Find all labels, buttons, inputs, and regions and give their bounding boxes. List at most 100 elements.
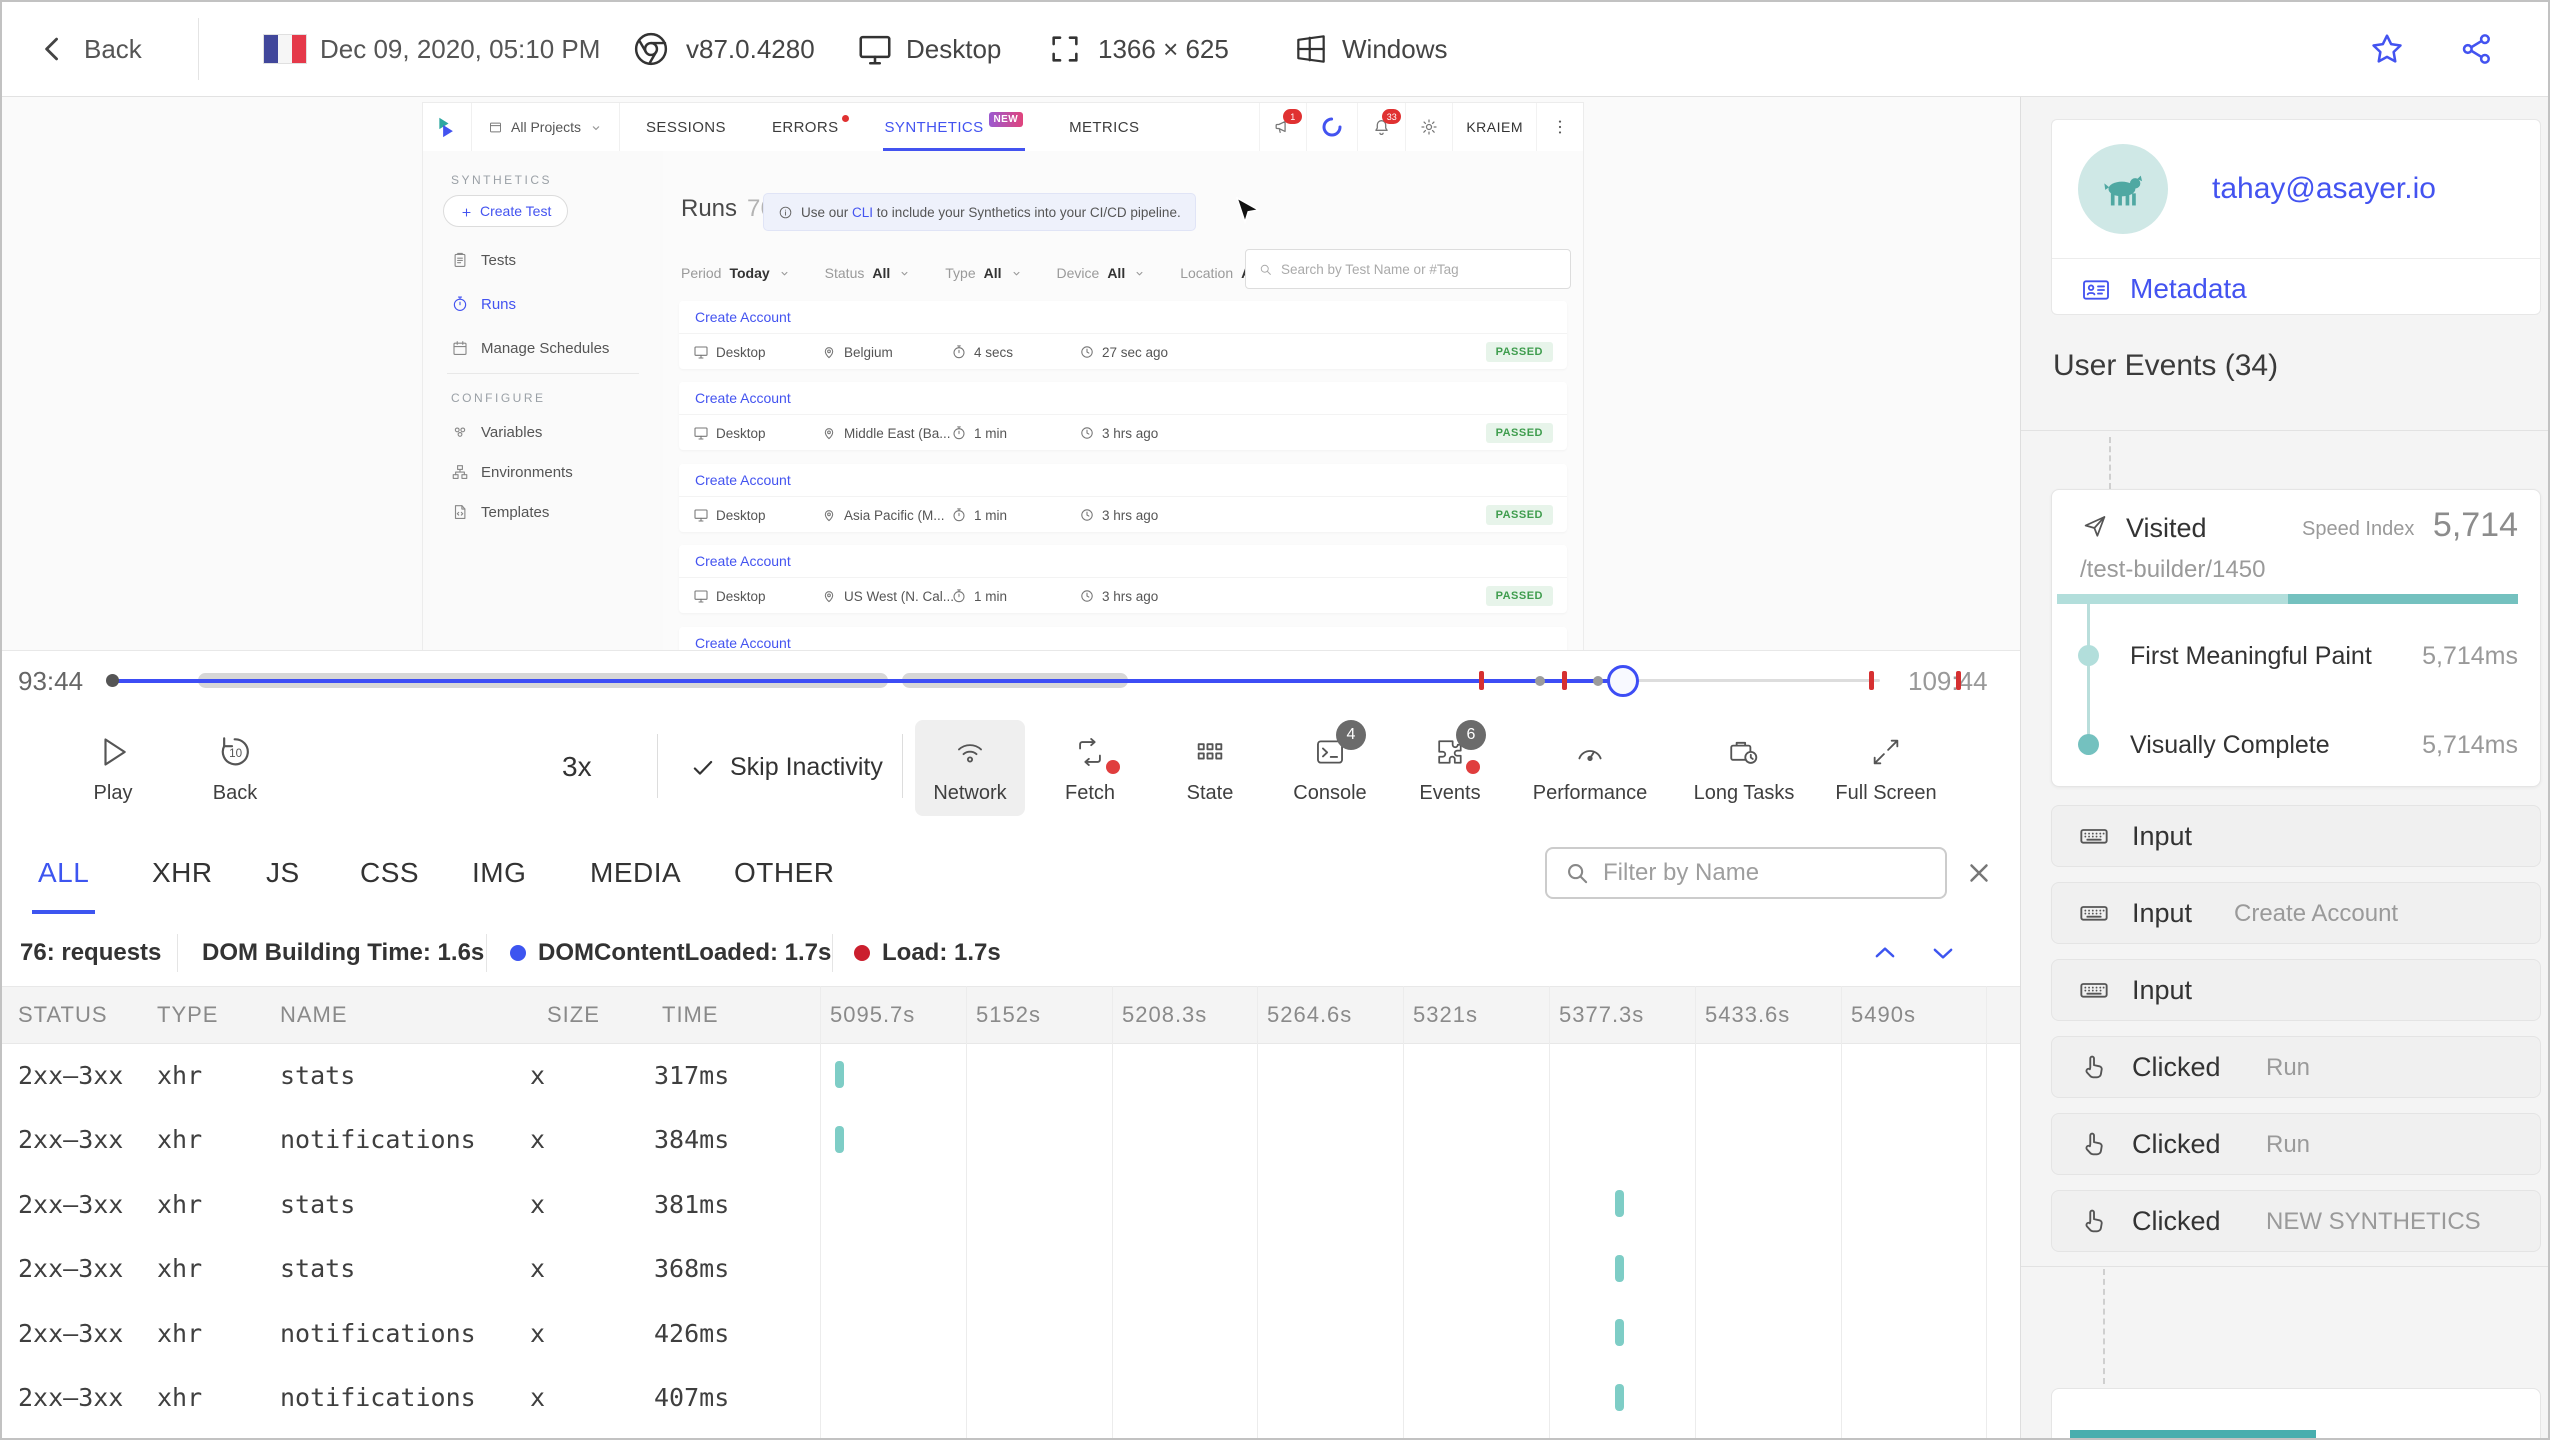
playback-speed-button[interactable]: 3x [562,710,592,824]
keyboard-icon [2078,897,2110,929]
event-value: Create Account [2234,900,2399,927]
visited-url: /test-builder/1450 [2080,556,2266,583]
announcements-button[interactable]: 1 [1259,103,1306,151]
collapse-up-icon[interactable] [1870,938,1900,968]
keyboard-icon [2078,974,2110,1006]
toggle-fetch-button[interactable]: Fetch [1035,720,1145,816]
toggle-events-button[interactable]: 6 Events [1395,719,1505,816]
network-request-row[interactable]: 2xx–3xx xhr stats x 368ms [2,1237,2020,1301]
toggle-console-button[interactable]: 4 Console [1275,719,1385,816]
expand-down-icon[interactable] [1928,938,1958,968]
timeline-progress[interactable] [112,679,1623,683]
app-tab-synthetics[interactable]: SYNTHETICS NEW [882,103,1025,151]
count-badge: 4 [1336,719,1366,750]
clicked-event-card[interactable]: Clicked Run [2051,1113,2541,1175]
timeline-error-marker[interactable] [1869,671,1874,690]
cli-link[interactable]: CLI [852,205,873,220]
runs-search-input[interactable]: Search by Test Name or #Tag [1245,249,1571,289]
share-icon[interactable] [2458,2,2496,96]
sidebar-divider [447,373,639,374]
metadata-button[interactable]: Metadata [2080,272,2247,306]
back-10s-button[interactable]: 10 Back [180,720,290,816]
notifications-button[interactable]: 33 [1357,103,1405,151]
toggle-long-tasks-button[interactable]: Long Tasks [1689,720,1799,816]
timeline-error-marker[interactable] [1562,671,1567,690]
sidebar-item-runs[interactable]: Runs [451,295,516,313]
sidebar-item-environments[interactable]: Environments [451,463,573,481]
timeline-playhead[interactable] [1607,665,1639,697]
skip-inactivity-toggle[interactable]: Skip Inactivity [690,710,883,824]
close-panel-icon[interactable] [1964,858,1994,888]
input-event-card[interactable]: Input [2051,959,2541,1021]
settings-button[interactable] [1405,103,1452,151]
visited-event-card[interactable]: Visited Speed Index 5,714 /test-builder/… [2051,489,2541,787]
app-tab-sessions[interactable]: SESSIONS [646,103,726,151]
svg-text:10: 10 [229,747,242,760]
run-details-row[interactable]: Desktop Belgium 4 secs 27 sec ago PASSED [679,334,1567,369]
back-button[interactable]: Back [36,2,142,96]
sidebar-item-templates[interactable]: Templates [451,503,549,521]
network-tab-js[interactable]: JS [266,824,300,922]
network-tab-img[interactable]: IMG [472,824,526,922]
input-event-card[interactable]: Input [2051,805,2541,867]
app-tab-metrics[interactable]: METRICS [1069,103,1139,151]
timeline-error-marker[interactable] [1956,671,1961,690]
run-test-name-link[interactable]: Create Account [679,301,1567,334]
resolution: 1366 × 625 [1098,33,1229,64]
run-test-name-link[interactable]: Create Account [679,545,1567,578]
run-details-row[interactable]: Desktop US West (N. Cal... 1 min 3 hrs ago P… [679,578,1567,613]
run-time-ago: 3 hrs ago [1079,507,1158,523]
user-email-link[interactable]: tahay@asayer.io [2212,172,2436,206]
project-selector[interactable]: All Projects [471,103,621,151]
next-visited-card-partial[interactable] [2051,1388,2541,1438]
filter-status[interactable]: Status All [825,265,912,281]
network-request-row[interactable]: 2xx–3xx xhr notifications x 426ms [2,1301,2020,1365]
network-filter-input[interactable]: Filter by Name [1545,847,1947,899]
network-request-row[interactable]: 2xx–3xx xhr stats x 317ms [2,1043,2020,1107]
network-request-row[interactable]: 2xx–3xx xhr notifications x 407ms [2,1366,2020,1430]
sidebar-item-tests[interactable]: Tests [451,251,516,269]
input-event-card[interactable]: Input Create Account [2051,882,2541,944]
filter-type[interactable]: Type All [945,265,1022,281]
network-request-row[interactable]: 2xx–3xx xhr stats x 381ms [2,1172,2020,1236]
timeline-event-dot[interactable] [1535,676,1545,686]
back-label: Back [84,33,142,64]
filter-device[interactable]: Device All [1057,265,1147,281]
more-menu-button[interactable] [1536,103,1583,151]
network-tab-media[interactable]: MEDIA [590,824,681,922]
run-details-row[interactable]: Desktop Asia Pacific (M... 1 min 3 hrs ago P… [679,497,1567,532]
clicked-event-card[interactable]: Clicked NEW SYNTHETICS [2051,1190,2541,1252]
filter-period[interactable]: Period Today [681,265,791,281]
play-button[interactable]: Play [58,720,168,816]
sidebar-item-variables[interactable]: Variables [451,423,542,441]
run-test-name-link[interactable]: Create Account [679,382,1567,415]
event-connector [2103,1269,2105,1384]
timeline-event-dot[interactable] [1593,676,1603,686]
clicked-event-card[interactable]: Clicked Run [2051,1036,2541,1098]
create-test-button[interactable]: Create Test [443,195,569,227]
network-tab-other[interactable]: OTHER [734,824,835,922]
event-connector [2109,437,2111,489]
run-group: Create Account Desktop Asia Pacific (M... 1… [679,464,1567,532]
total-duration: 109:44 [1908,665,1988,696]
sidebar-item-manage-schedules[interactable]: Manage Schedules [451,339,609,357]
network-tab-xhr[interactable]: XHR [152,824,213,922]
cell-type: xhr [157,1125,203,1154]
toggle-state-button[interactable]: State [1155,720,1265,816]
favorite-star-icon[interactable] [2368,2,2406,96]
network-tab-css[interactable]: CSS [360,824,419,922]
run-test-name-link[interactable]: Create Account [679,464,1567,497]
toggle-full-screen-button[interactable]: Full Screen [1831,720,1941,816]
app-tab-errors[interactable]: ERRORS [772,103,849,151]
cell-type: xhr [157,1318,203,1348]
network-tab-all[interactable]: ALL [31,824,96,922]
toggle-performance-button[interactable]: Performance [1533,720,1647,816]
timeline-error-marker[interactable] [1479,671,1484,690]
run-test-name-link[interactable]: Create Account [679,627,1567,650]
button-label: Long Tasks [1693,781,1795,804]
run-details-row[interactable]: Desktop Middle East (Ba... 1 min 3 hrs ago P… [679,415,1567,450]
user-menu[interactable]: KRAIEM [1452,103,1536,151]
network-request-row[interactable]: 2xx–3xx xhr notifications x 384ms [2,1108,2020,1172]
toggle-network-button[interactable]: Network [915,720,1025,816]
france-flag-icon [264,35,306,63]
